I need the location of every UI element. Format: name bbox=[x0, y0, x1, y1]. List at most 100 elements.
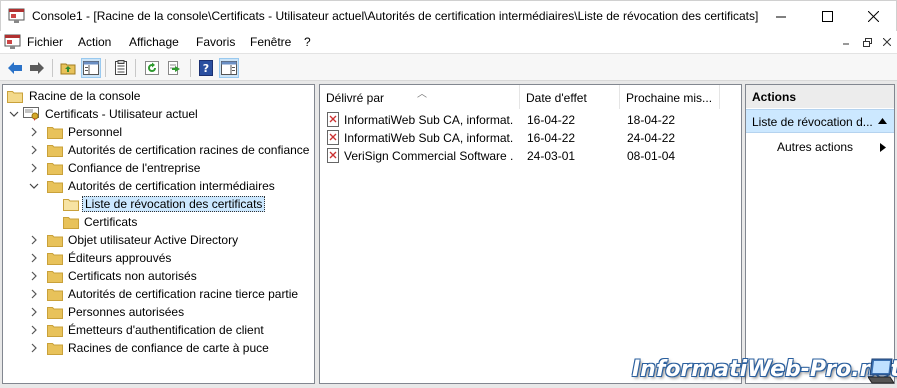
mdi-close-button[interactable] bbox=[879, 35, 895, 49]
column-header-effective-date[interactable]: Date d'effet bbox=[520, 85, 620, 109]
mdi-minimize-button[interactable] bbox=[838, 35, 854, 49]
window-title: Console1 - [Racine de la console\Certifi… bbox=[32, 9, 759, 23]
menu-fenetre[interactable]: Fenêtre bbox=[250, 35, 291, 49]
tree-node-label: Autorités de certification intermédiaire… bbox=[68, 179, 275, 193]
tree-node-certificats-utilisateur[interactable]: Certificats - Utilisateur actuel bbox=[9, 105, 200, 123]
chevron-right-icon[interactable] bbox=[29, 325, 39, 335]
list-cell-effective: 24-03-01 bbox=[527, 149, 576, 163]
result-list[interactable]: ︿ Délivré par Date d'effet Prochaine mis… bbox=[319, 84, 742, 384]
tree-root[interactable]: Racine de la console bbox=[7, 87, 142, 105]
actions-pane: Actions Liste de révocation d... Autres … bbox=[745, 84, 895, 384]
folder-icon bbox=[47, 324, 63, 337]
more-actions-item[interactable]: Autres actions bbox=[746, 137, 894, 157]
show-hide-action-pane-icon bbox=[221, 61, 237, 75]
crl-file-icon bbox=[327, 112, 339, 127]
chevron-down-icon[interactable] bbox=[29, 181, 39, 191]
export-list-button[interactable] bbox=[165, 58, 185, 78]
toolbar-separator bbox=[135, 59, 136, 77]
open-folder-icon bbox=[63, 198, 79, 211]
tree-node-5[interactable]: Certificats bbox=[47, 213, 139, 231]
up-folder-icon bbox=[60, 63, 76, 75]
back-button[interactable] bbox=[5, 58, 25, 78]
forward-button[interactable] bbox=[27, 58, 47, 78]
menu-bar: Fichier Action Affichage Favoris Fenêtre… bbox=[0, 31, 897, 53]
help-button[interactable]: ? bbox=[196, 58, 216, 78]
tree-node-10[interactable]: Personnes autorisées bbox=[29, 303, 186, 321]
show-hide-tree-button[interactable] bbox=[81, 58, 101, 78]
tree-node-4[interactable]: Liste de révocation des certificats bbox=[47, 195, 266, 213]
column-header-next-update[interactable]: Prochaine mis... bbox=[620, 85, 720, 109]
console-tree[interactable]: Racine de la console Certificats - Utili… bbox=[2, 84, 315, 384]
tree-node-11[interactable]: Émetteurs d'authentification de client bbox=[29, 321, 266, 339]
actions-section-header[interactable]: Liste de révocation d... bbox=[746, 109, 894, 133]
tree-node-0[interactable]: Personnel bbox=[29, 123, 124, 141]
help-icon: ? bbox=[199, 60, 213, 76]
chevron-right-icon[interactable] bbox=[29, 343, 39, 353]
refresh-button[interactable] bbox=[142, 58, 162, 78]
chevron-right-icon[interactable] bbox=[29, 235, 39, 245]
collapse-up-icon[interactable] bbox=[878, 118, 887, 124]
chevron-right-icon[interactable] bbox=[29, 163, 39, 173]
tree-node-8[interactable]: Certificats non autorisés bbox=[29, 267, 199, 285]
list-cell-effective: 16-04-22 bbox=[527, 131, 576, 145]
tree-node-label: Racines de confiance de carte à puce bbox=[68, 341, 269, 355]
menu-affichage[interactable]: Affichage bbox=[129, 35, 179, 49]
properties-icon bbox=[115, 60, 127, 75]
mmc-document-icon[interactable] bbox=[4, 34, 21, 50]
menu-help[interactable]: ? bbox=[304, 35, 311, 49]
chevron-right-icon[interactable] bbox=[29, 289, 39, 299]
chevron-right-icon[interactable] bbox=[29, 145, 39, 155]
folder-icon bbox=[63, 216, 79, 229]
column-header-issuer[interactable]: Délivré par bbox=[320, 85, 520, 109]
folder-icon bbox=[47, 144, 63, 157]
list-row[interactable]: InformatiWeb Sub CA, informat... 16-04-22… bbox=[320, 129, 741, 147]
tree-root-label: Racine de la console bbox=[29, 89, 141, 103]
column-header-effective-date-label: Date d'effet bbox=[526, 91, 587, 105]
menu-favoris[interactable]: Favoris bbox=[196, 35, 235, 49]
list-header: ︿ Délivré par Date d'effet Prochaine mis… bbox=[320, 85, 741, 109]
list-cell-next: 08-01-04 bbox=[627, 149, 676, 163]
tree-node-6[interactable]: Objet utilisateur Active Directory bbox=[29, 231, 240, 249]
properties-button[interactable] bbox=[111, 58, 131, 78]
folder-icon bbox=[7, 90, 23, 103]
chevron-right-icon[interactable] bbox=[29, 271, 39, 281]
chevron-right-icon[interactable] bbox=[29, 127, 39, 137]
watermark-text: InformatiWeb-Pro.net bbox=[632, 357, 897, 382]
chevron-down-icon[interactable] bbox=[9, 109, 19, 119]
up-one-level-button[interactable] bbox=[58, 58, 78, 78]
maximize-button[interactable] bbox=[804, 1, 850, 31]
tree-node-9[interactable]: Autorités de certification racine tierce… bbox=[29, 285, 300, 303]
chevron-right-icon[interactable] bbox=[29, 307, 39, 317]
menu-fichier[interactable]: Fichier bbox=[27, 35, 63, 49]
chevron-right-icon[interactable] bbox=[29, 253, 39, 263]
column-header-next-update-label: Prochaine mis... bbox=[626, 91, 713, 105]
tree-node-3[interactable]: Autorités de certification intermédiaire… bbox=[29, 177, 277, 195]
list-row[interactable]: VeriSign Commercial Software ... 24-03-01… bbox=[320, 147, 741, 165]
tree-node-2[interactable]: Confiance de l'entreprise bbox=[29, 159, 202, 177]
menu-action[interactable]: Action bbox=[78, 35, 111, 49]
list-cell-issuer: InformatiWeb Sub CA, informat... bbox=[344, 131, 514, 145]
minimize-button[interactable] bbox=[758, 1, 804, 31]
folder-icon bbox=[47, 252, 63, 265]
title-bar: Console1 - [Racine de la console\Certifi… bbox=[0, 0, 897, 31]
minimize-icon bbox=[843, 43, 849, 45]
watermark: InformatiWeb-Pro.net bbox=[632, 355, 897, 387]
actions-section-label: Liste de révocation d... bbox=[752, 115, 873, 129]
export-list-icon bbox=[168, 61, 180, 75]
forward-icon bbox=[30, 62, 44, 74]
tree-node-7[interactable]: Éditeurs approuvés bbox=[29, 249, 173, 267]
crl-file-icon bbox=[327, 148, 339, 163]
tree-node-label: Éditeurs approuvés bbox=[68, 251, 172, 265]
list-row[interactable]: InformatiWeb Sub CA, informat... 16-04-22… bbox=[320, 111, 741, 129]
tree-node-1[interactable]: Autorités de certification racines de co… bbox=[29, 141, 311, 159]
tree-store-label: Certificats - Utilisateur actuel bbox=[45, 107, 198, 121]
close-button[interactable] bbox=[850, 1, 896, 31]
tree-node-label: Certificats bbox=[84, 215, 138, 229]
folder-icon bbox=[47, 270, 63, 283]
mdi-restore-button[interactable] bbox=[859, 35, 875, 49]
toolbar-separator bbox=[105, 59, 106, 77]
tree-node-label: Objet utilisateur Active Directory bbox=[68, 233, 239, 247]
show-hide-action-pane-button[interactable] bbox=[219, 58, 239, 78]
tree-node-12[interactable]: Racines de confiance de carte à puce bbox=[29, 339, 271, 357]
toolbar-separator bbox=[52, 59, 53, 77]
